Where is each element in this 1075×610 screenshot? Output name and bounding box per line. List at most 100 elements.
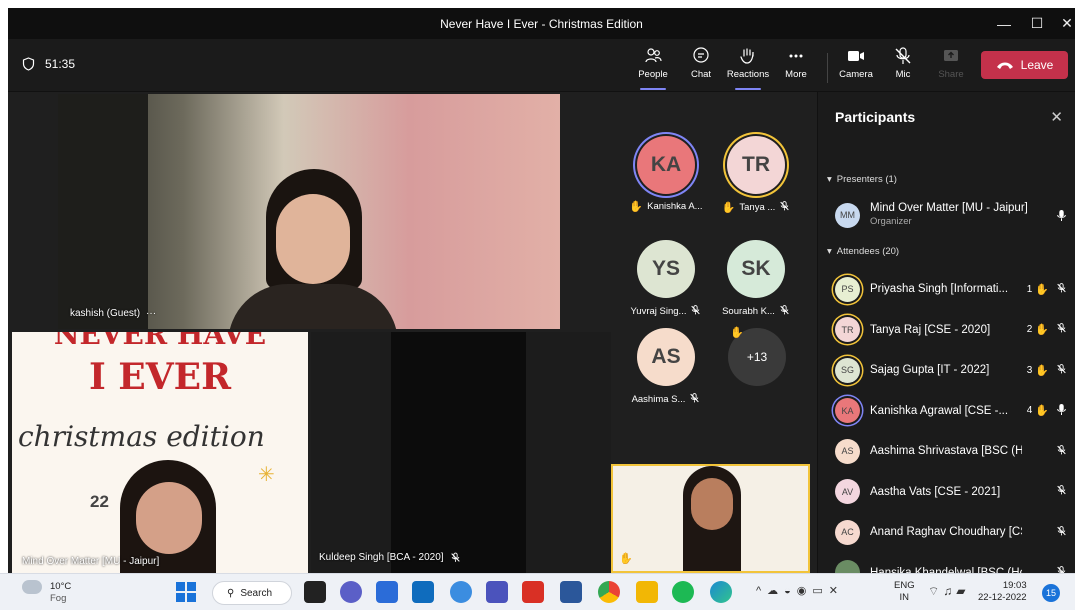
participant-row[interactable]: KA Kanishka Agrawal [CSE -... 4 ✋ <box>835 396 1073 426</box>
mic-on-icon <box>1056 403 1067 419</box>
language-indicator[interactable]: ENG IN <box>894 580 915 604</box>
dark-video-area <box>391 332 526 573</box>
close-panel-icon[interactable]: ✕ <box>1050 108 1063 126</box>
participant-status <box>1052 444 1067 459</box>
clock-time: 19:03 <box>1002 580 1027 591</box>
tile-name: kashish (Guest) <box>70 308 141 319</box>
presenter-face-shape <box>136 482 202 554</box>
tile-more-options[interactable]: ··· <box>146 308 156 319</box>
reactions-button[interactable]: Reactions <box>726 46 770 90</box>
network-volume-battery-icons[interactable]: ⌔♫▰ <box>928 584 970 599</box>
fog-weather-icon <box>22 580 42 594</box>
avatar-name-row: Sourabh K... <box>710 304 802 319</box>
video-tile-self[interactable]: ✋ <box>611 464 810 573</box>
camera-icon <box>848 51 864 61</box>
video-stage: kashish (Guest) ··· NEVER HAVE I EVER ch… <box>8 92 817 573</box>
weather-widget[interactable]: 10°C Fog <box>50 581 71 605</box>
people-button[interactable]: People <box>631 46 675 90</box>
participant-row[interactable]: TR Tanya Raj [CSE - 2020] 2 ✋ <box>835 315 1073 345</box>
presenter-info: Mind Over Matter [MU - Jaipur] Organizer <box>870 202 1028 228</box>
leave-button[interactable]: Leave <box>981 51 1068 79</box>
video-tile-kuldeep[interactable]: Kuldeep Singh [BCA - 2020] <box>311 332 611 573</box>
video-tile-kashish[interactable]: kashish (Guest) ··· <box>58 94 560 329</box>
mic-off-icon <box>450 552 460 562</box>
avatar-tile[interactable]: TR ✋ Tanya ... <box>710 136 802 215</box>
raised-hand-icon: ✋ <box>1035 283 1049 296</box>
avatar: PS <box>835 276 860 302</box>
mic-button[interactable]: Mic <box>881 46 925 88</box>
participant-name: Kanishka Agrawal [CSE -... <box>870 404 1009 417</box>
avatar-tile[interactable]: YS Yuvraj Sing... <box>620 240 712 319</box>
chrome-icon[interactable] <box>598 581 620 603</box>
participant-row[interactable]: SG Sajag Gupta [IT - 2022] 3 ✋ <box>835 355 1073 385</box>
spotify-icon[interactable] <box>672 581 694 603</box>
mic-on-icon <box>1056 209 1067 222</box>
teams-icon[interactable] <box>486 581 508 603</box>
self-face-shape <box>691 478 733 530</box>
avatar-tile[interactable]: KA ✋ Kanishka A... <box>620 136 712 213</box>
word-icon[interactable] <box>560 581 582 603</box>
chevron-down-icon: ▾ <box>827 246 832 257</box>
timer-text: 51:35 <box>45 57 76 71</box>
participant-row[interactable]: AV Aastha Vats [CSE - 2021] <box>835 477 1073 507</box>
leave-label: Leave <box>1020 58 1054 72</box>
file-explorer-icon[interactable] <box>636 581 658 603</box>
presenters-label: Presenters (1) <box>836 174 897 185</box>
avatar-name: Kanishka A... <box>647 201 703 212</box>
outlook-icon[interactable] <box>412 581 434 603</box>
clock[interactable]: 19:03 22-12-2022 <box>978 580 1027 604</box>
participant-status: 4 ✋ <box>1027 403 1067 419</box>
mic-off-icon <box>895 47 911 64</box>
people-icon <box>645 48 662 63</box>
avatar: TR <box>727 136 785 194</box>
avatar-name-row: ✋ Tanya ... <box>710 200 802 215</box>
taskbar-search[interactable]: ⚲ Search <box>212 581 292 605</box>
teams-chat-icon[interactable] <box>340 581 362 603</box>
camera-button[interactable]: Camera <box>834 46 878 88</box>
participant-name: Aashima Shrivastava [BSC (Hons ... <box>870 445 1022 457</box>
share-button[interactable]: Share <box>929 46 973 88</box>
raised-hand-icon: ✋ <box>721 202 736 214</box>
avatar: MM <box>835 202 860 228</box>
more-label: More <box>785 69 807 80</box>
presenters-section-toggle[interactable]: ▾ Presenters (1) <box>827 174 897 185</box>
browser-icon[interactable] <box>450 581 472 603</box>
mic-off-icon <box>1056 565 1067 573</box>
wps-office-icon[interactable] <box>522 581 544 603</box>
mic-off-icon <box>1056 363 1067 378</box>
participant-row-presenter[interactable]: MM Mind Over Matter [MU - Jaipur] Organi… <box>835 200 1073 230</box>
raised-hand-icon: ✋ <box>619 553 633 565</box>
participants-panel: Participants ✕ ▾ Presenters (1) MM Mind … <box>817 92 1075 573</box>
avatar-tile[interactable]: SK Sourabh K... <box>710 240 802 319</box>
avatar: AC <box>835 519 860 545</box>
raised-hand-icon: ✋ <box>1035 364 1049 377</box>
poster-line-1: NEVER HAVE <box>53 332 267 351</box>
chat-button[interactable]: Chat <box>679 46 723 88</box>
attendees-section-toggle[interactable]: ▾ Attendees (20) <box>827 246 899 257</box>
edge-icon[interactable] <box>710 581 732 603</box>
clock-date: 22-12-2022 <box>978 592 1027 603</box>
close-window-button[interactable]: ✕ <box>1048 8 1075 39</box>
task-view-icon[interactable] <box>304 581 326 603</box>
participant-row[interactable]: Hansika Khandelwal [BSC (Hons ... <box>835 558 1073 573</box>
participant-row[interactable]: AC Anand Raghav Choudhary [CSE -... <box>835 517 1073 547</box>
camera-label: Camera <box>839 69 873 80</box>
more-button[interactable]: More <box>774 46 818 88</box>
chat-icon <box>693 47 709 63</box>
poster-line-3: christmas edition <box>18 420 265 453</box>
mail-icon[interactable] <box>376 581 398 603</box>
video-shadow-area <box>58 94 148 329</box>
windows-start-icon[interactable] <box>176 582 196 602</box>
participant-name: Priyasha Singh [Informati... <box>870 283 1009 295</box>
search-icon: ⚲ <box>227 587 235 599</box>
avatar-name: Sourabh K... <box>722 306 775 317</box>
participant-row[interactable]: PS Priyasha Singh [Informati... 1 ✋ <box>835 274 1073 304</box>
participant-row[interactable]: AS Aashima Shrivastava [BSC (Hons ... <box>835 436 1073 466</box>
system-tray-icons[interactable]: ^☁◒◉▭✕ <box>756 584 844 597</box>
avatar-tile[interactable]: AS Aashima S... <box>620 328 712 407</box>
toolbar-divider <box>827 53 828 83</box>
video-tile-mind-over-matter[interactable]: NEVER HAVE I EVER christmas edition 22 ✳… <box>12 332 308 573</box>
notification-badge[interactable]: 15 <box>1042 584 1060 602</box>
tile-name-label: Mind Over Matter [MU - Jaipur] <box>22 556 159 567</box>
participant-status: 1 ✋ <box>1027 282 1067 297</box>
